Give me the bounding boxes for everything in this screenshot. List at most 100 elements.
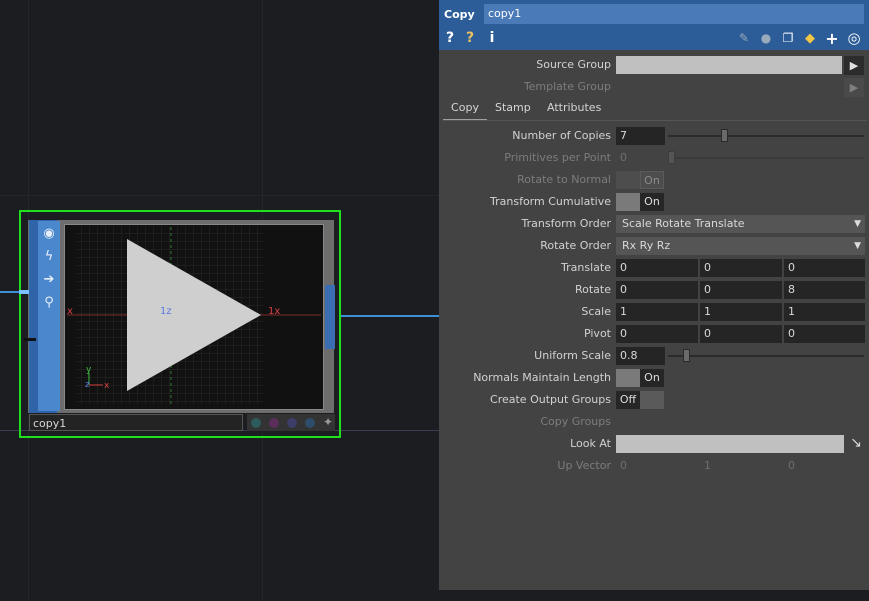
star-icon[interactable]: ✦ — [321, 414, 335, 431]
bypass-icon[interactable]: ϟ — [38, 246, 60, 268]
rotate-x-field[interactable]: 0 — [616, 281, 698, 299]
toggle-off-part — [616, 369, 640, 387]
parameter-panel: Copy copy1 ? ? i ✎ ● ❐ ◆ + ◎ Source Grou… — [439, 0, 869, 590]
help-icon[interactable]: ? — [441, 27, 459, 50]
copy-groups-label: Copy Groups — [540, 415, 611, 428]
node-toolbar: ◉ ϟ ➔ ⚲ — [24, 221, 60, 411]
output-connector[interactable] — [325, 285, 335, 349]
panel-header: Copy copy1 — [439, 0, 869, 27]
comment-icon[interactable]: ● — [757, 27, 775, 50]
uniform-scale-field[interactable]: 0.8 — [616, 347, 665, 365]
toggle-on-part — [640, 391, 664, 409]
axis-label-x-neg: x — [67, 306, 73, 317]
viewer-toggle-icon[interactable]: ◉ — [38, 223, 60, 245]
arrow-right-icon[interactable]: ➔ — [38, 269, 60, 291]
flag-dot[interactable] — [269, 418, 279, 428]
info-icon[interactable]: i — [483, 27, 501, 50]
transform-order-dropdown[interactable]: Scale Rotate Translate ▼ — [616, 215, 865, 233]
clipboard-icon[interactable]: ❐ — [779, 27, 797, 50]
node-name-label[interactable]: copy1 — [29, 414, 243, 431]
operator-name-field[interactable]: copy1 — [484, 4, 864, 24]
translate-y-field[interactable]: 0 — [700, 259, 782, 277]
chevron-down-icon: ▼ — [854, 219, 861, 229]
node-viewer[interactable]: x 1x 1z y z x — [64, 224, 324, 410]
gizmo-label-y: y — [86, 365, 92, 375]
pivot-z-field[interactable]: 0 — [784, 325, 865, 343]
operator-picker-icon[interactable]: ↘ — [846, 434, 866, 453]
transform-order-label: Transform Order — [521, 217, 611, 230]
pivot-x-field[interactable]: 0 — [616, 325, 698, 343]
up-vector-z-field[interactable]: 0 — [784, 457, 865, 475]
output-wire[interactable] — [341, 315, 439, 317]
source-group-label: Source Group — [536, 58, 611, 71]
panel-toolbar: ? ? i ✎ ● ❐ ◆ + ◎ — [439, 27, 869, 50]
scale-x-field[interactable]: 1 — [616, 303, 698, 321]
rotate-y-field[interactable]: 0 — [700, 281, 782, 299]
node-flags: ✦ — [247, 414, 335, 431]
uniform-scale-label: Uniform Scale — [534, 349, 611, 362]
toggle-on-part: On — [640, 193, 664, 211]
flag-dot[interactable] — [251, 418, 261, 428]
add-icon[interactable]: + — [823, 27, 841, 50]
rotate-to-normal-label: Rotate to Normal — [517, 173, 611, 186]
scale-label: Scale — [581, 305, 611, 318]
viewer-canvas: x 1x 1z y z x — [67, 227, 321, 407]
number-of-copies-field[interactable]: 7 — [616, 127, 665, 145]
scale-z-field[interactable]: 1 — [784, 303, 865, 321]
source-group-field[interactable] — [616, 56, 842, 74]
tab-stamp[interactable]: Stamp — [495, 98, 531, 119]
copy-node[interactable]: ◉ ϟ ➔ ⚲ x 1x 1z y z x copy1 ✦ — [19, 210, 341, 438]
rotate-label: Rotate — [574, 283, 611, 296]
create-output-groups-toggle[interactable]: Off — [616, 391, 664, 409]
axis-label-x-pos: 1x — [268, 306, 280, 317]
transform-cumulative-label: Transform Cumulative — [490, 195, 611, 208]
up-vector-x-field[interactable]: 0 — [616, 457, 698, 475]
primitives-per-point-field[interactable]: 0 — [616, 149, 665, 167]
pivot-y-field[interactable]: 0 — [700, 325, 782, 343]
tab-attributes[interactable]: Attributes — [547, 98, 601, 119]
rotate-to-normal-toggle[interactable]: On — [616, 171, 664, 189]
gizmo-label-x: x — [104, 381, 110, 391]
toggle-on-part: On — [640, 369, 664, 387]
template-group-arrow-button[interactable]: ▶ — [844, 78, 864, 97]
look-at-label: Look At — [570, 437, 611, 450]
python-icon[interactable]: ◆ — [801, 27, 819, 50]
lock-icon[interactable]: ⚲ — [38, 292, 60, 314]
python-help-icon[interactable]: ? — [461, 27, 479, 50]
rotate-order-value: Rx Ry Rz — [622, 239, 671, 252]
translate-z-field[interactable]: 0 — [784, 259, 865, 277]
render-flag[interactable] — [24, 338, 36, 341]
uniform-scale-slider[interactable] — [668, 355, 864, 357]
pencil-icon[interactable]: ✎ — [735, 27, 753, 50]
create-output-groups-label: Create Output Groups — [490, 393, 611, 406]
rotate-order-label: Rotate Order — [540, 239, 611, 252]
look-at-field[interactable] — [616, 435, 844, 453]
number-of-copies-slider[interactable] — [668, 135, 864, 137]
template-group-label: Template Group — [523, 80, 611, 93]
transform-cumulative-toggle[interactable]: On — [616, 193, 664, 211]
primitives-per-point-slider-knob[interactable] — [668, 151, 675, 164]
tab-copy[interactable]: Copy — [443, 98, 487, 121]
transform-order-value: Scale Rotate Translate — [622, 217, 745, 230]
rotate-order-dropdown[interactable]: Rx Ry Rz ▼ — [616, 237, 865, 255]
primitives-per-point-slider[interactable] — [668, 157, 864, 159]
number-of-copies-slider-knob[interactable] — [720, 129, 728, 142]
uniform-scale-slider-knob[interactable] — [683, 349, 691, 362]
normals-maintain-length-label: Normals Maintain Length — [473, 371, 611, 384]
pivot-label: Pivot — [583, 327, 611, 340]
flag-dot[interactable] — [287, 418, 297, 428]
translate-x-field[interactable]: 0 — [616, 259, 698, 277]
toggle-off-part — [616, 193, 640, 211]
primitives-per-point-label: Primitives per Point — [504, 151, 611, 164]
flag-dot[interactable] — [305, 418, 315, 428]
translate-label: Translate — [561, 261, 611, 274]
input-connector[interactable] — [19, 290, 29, 294]
source-group-arrow-button[interactable]: ▶ — [844, 56, 864, 75]
scale-y-field[interactable]: 1 — [700, 303, 782, 321]
target-icon[interactable]: ◎ — [845, 27, 863, 50]
toggle-off-part: Off — [616, 391, 640, 409]
normals-maintain-length-toggle[interactable]: On — [616, 369, 664, 387]
rotate-z-field[interactable]: 8 — [784, 281, 865, 299]
up-vector-y-field[interactable]: 1 — [700, 457, 782, 475]
chevron-down-icon: ▼ — [854, 241, 861, 251]
